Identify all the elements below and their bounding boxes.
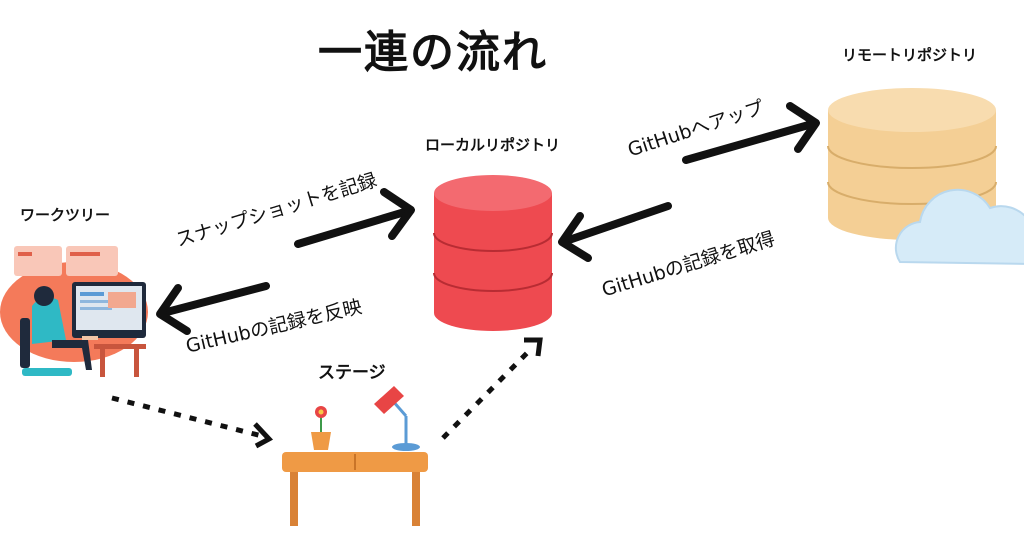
person-at-computer-icon [0, 246, 148, 377]
snapshot-arrow [294, 188, 415, 248]
desk-icon [282, 452, 428, 526]
stage-to-local-arrow [441, 337, 543, 440]
flower-pot-icon [311, 406, 331, 450]
fetch-arrow [558, 202, 672, 262]
diagram-canvas [0, 88, 1024, 526]
local-repo-database-icon [433, 175, 553, 331]
lamp-icon [374, 386, 420, 451]
reflect-arrow [156, 282, 270, 335]
work-tree-to-stage-arrow [111, 395, 274, 449]
push-arrow [682, 102, 820, 164]
